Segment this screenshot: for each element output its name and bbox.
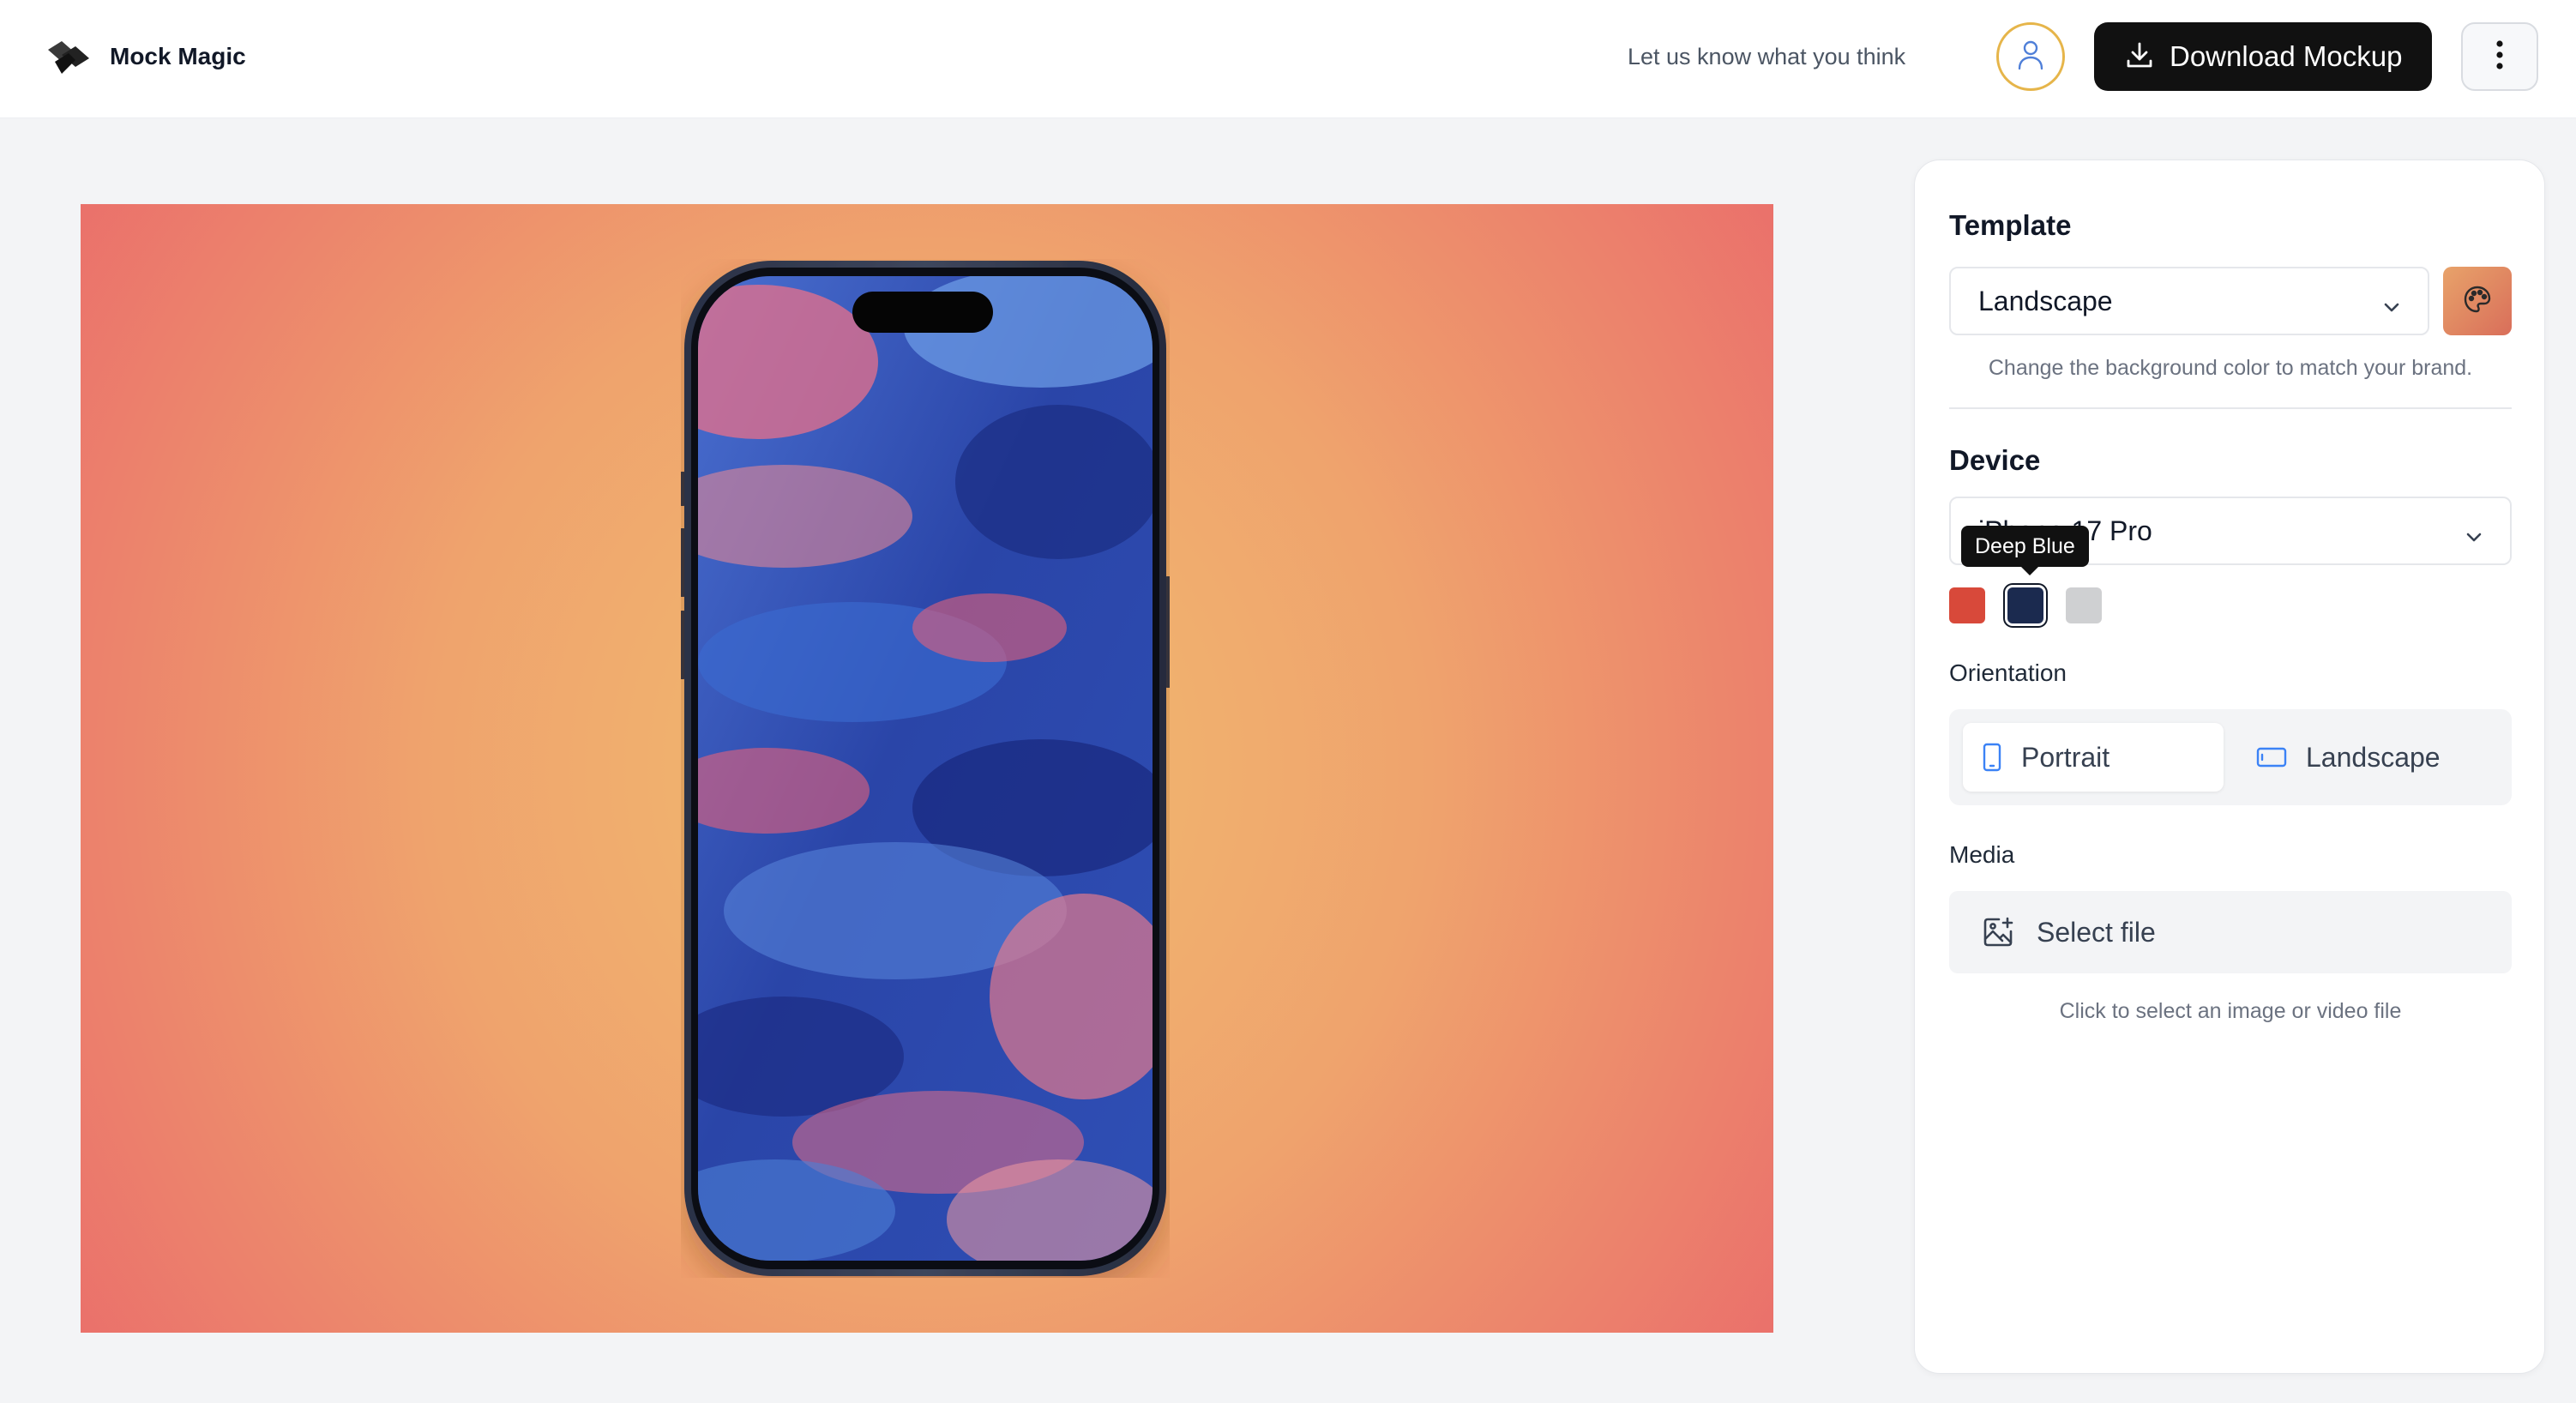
orientation-label: Orientation (1949, 659, 2067, 686)
media-label: Media (1949, 841, 2015, 868)
account-button[interactable] (1996, 22, 2065, 91)
phone-landscape-icon (2256, 746, 2287, 768)
palette-icon (2463, 285, 2492, 318)
color-tooltip: Deep Blue (1961, 526, 2089, 575)
image-plus-icon (1982, 916, 2014, 948)
phone-portrait-icon (1982, 743, 2002, 772)
top-bar: Mock Magic Let us know what you think Do… (0, 0, 2576, 118)
feedback-link[interactable]: Let us know what you think (1628, 41, 1905, 72)
chevron-down-icon (2381, 292, 2402, 324)
device-heading: Device (1949, 444, 2041, 476)
template-select[interactable]: Landscape (1949, 267, 2429, 335)
mockup-canvas (81, 204, 1773, 1333)
section-divider (1949, 407, 2512, 409)
template-selected-value: Landscape (1978, 285, 2113, 316)
more-vertical-icon (2496, 39, 2503, 74)
background-color-button[interactable] (2443, 267, 2512, 335)
phone-mockup (679, 259, 1171, 1278)
download-mockup-button[interactable]: Download Mockup (2094, 22, 2432, 91)
media-hint: Click to select an image or video file (2059, 999, 2402, 1023)
more-options-button[interactable] (2461, 22, 2538, 91)
orientation-portrait-button[interactable]: Portrait (1963, 723, 2224, 792)
template-heading: Template (1949, 209, 2072, 241)
orientation-landscape-label: Landscape (2306, 741, 2441, 773)
user-icon (2017, 39, 2044, 75)
orientation-landscape-button[interactable]: Landscape (2237, 723, 2498, 792)
chevron-down-icon (2464, 522, 2484, 554)
select-file-label: Select file (2037, 916, 2156, 948)
download-label: Download Mockup (2170, 40, 2403, 72)
orientation-toggle: Portrait Landscape (1949, 709, 2512, 805)
brand-name[interactable]: Mock Magic (110, 41, 246, 72)
template-hint: Change the background color to match you… (1988, 356, 2473, 380)
screen-wallpaper (698, 276, 1153, 1261)
device-color-silver-swatch[interactable] (2066, 587, 2102, 623)
download-icon (2125, 40, 2154, 74)
select-file-button[interactable]: Select file (1949, 891, 2512, 973)
orientation-portrait-label: Portrait (2021, 741, 2110, 773)
device-color-orange-swatch[interactable] (1949, 587, 1985, 623)
settings-panel: Template Landscape Change the background… (1914, 160, 2545, 1374)
device-color-deep-blue-swatch[interactable] (2007, 587, 2043, 623)
mock-magic-logo-icon[interactable] (46, 36, 91, 77)
dynamic-island (852, 292, 993, 333)
